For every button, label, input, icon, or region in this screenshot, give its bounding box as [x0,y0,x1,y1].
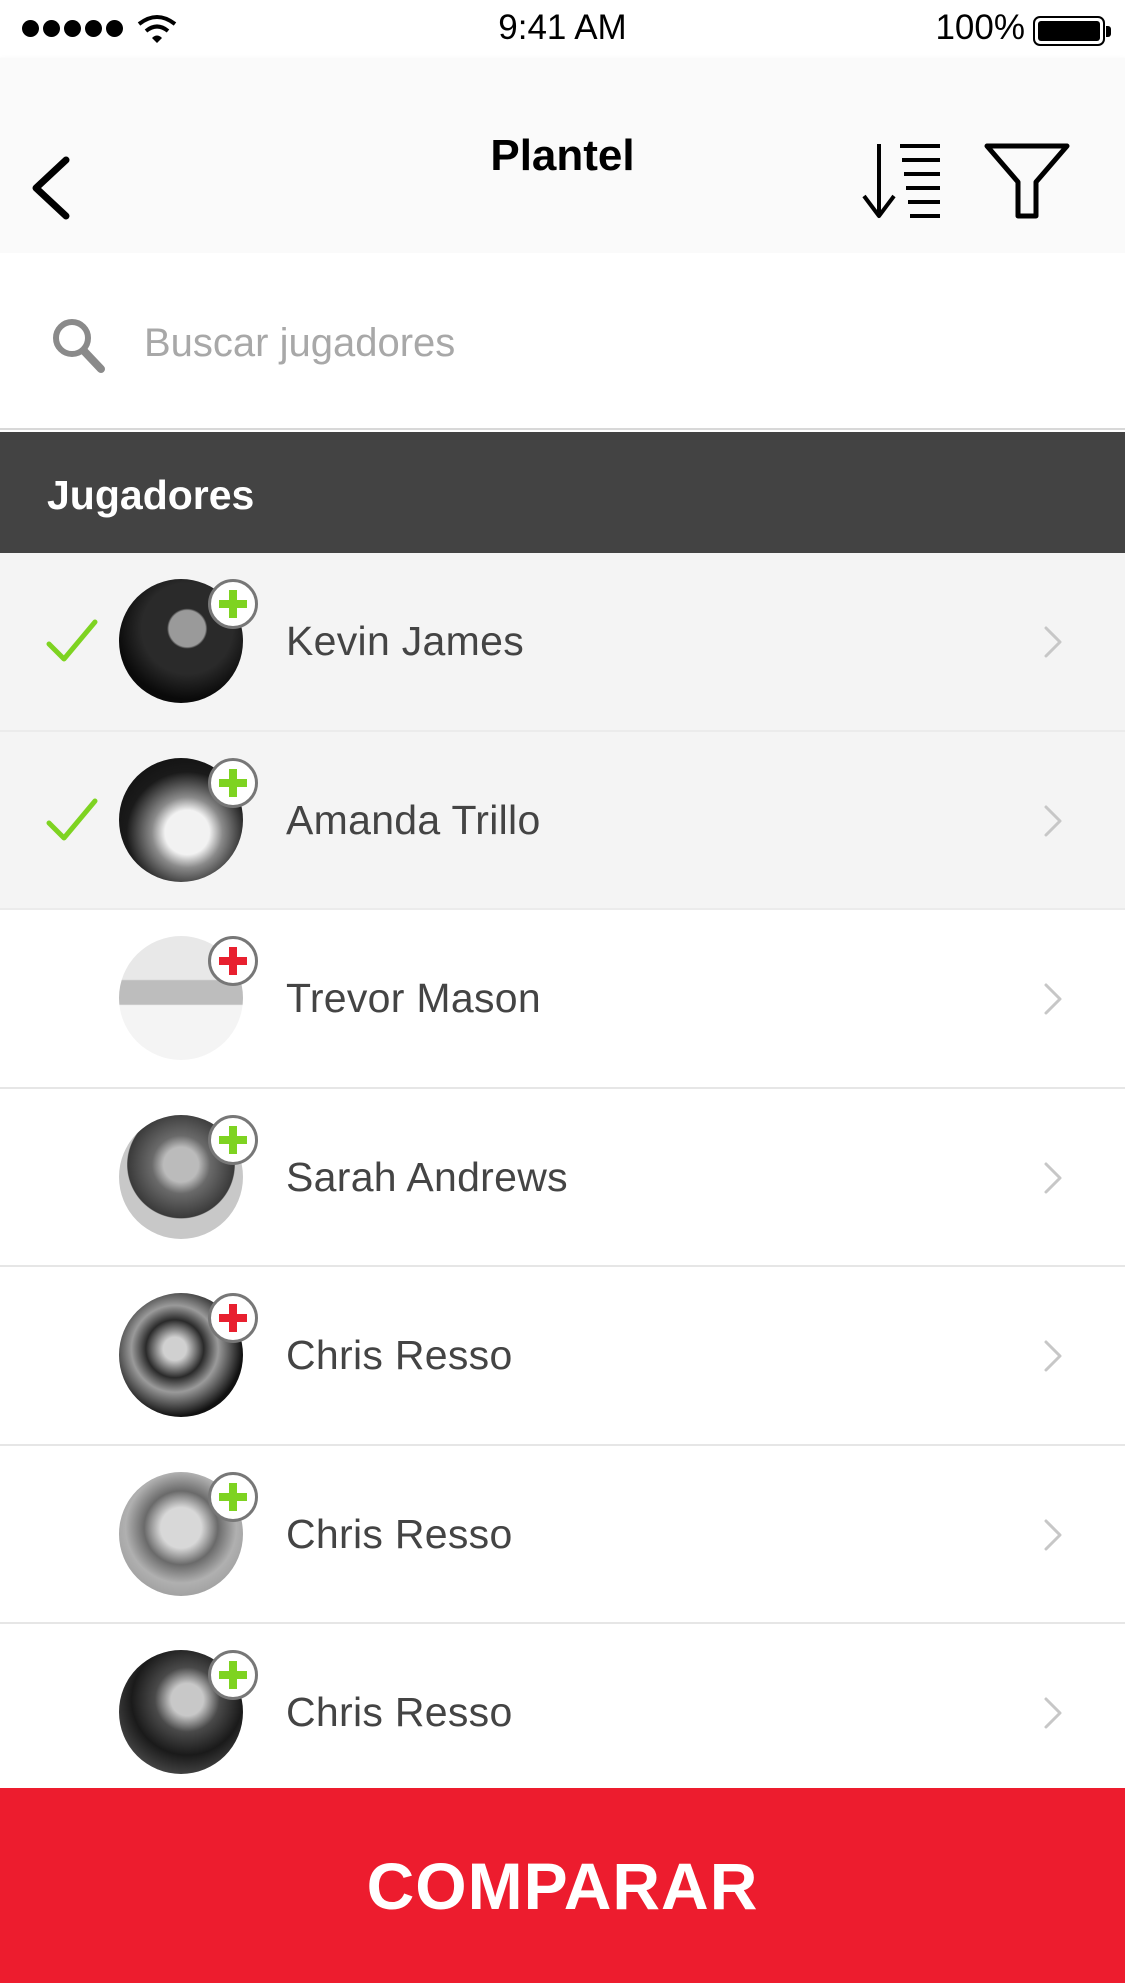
player-row[interactable]: Chris Resso [0,1624,1125,1803]
status-bar: 9:41 AM 100% [0,0,1125,58]
checkmark-icon [46,619,98,662]
add-player-icon[interactable] [208,1293,258,1343]
chevron-right-icon [1044,1519,1062,1550]
player-name: Sarah Andrews [286,1153,568,1200]
add-player-icon[interactable] [208,757,258,808]
battery-percentage: 100% [935,8,1025,47]
player-row[interactable]: Kevin James [0,553,1125,732]
search-input[interactable] [144,303,1044,383]
add-player-icon[interactable] [208,936,258,986]
add-player-icon[interactable] [208,1471,258,1522]
player-name: Trevor Mason [286,975,541,1021]
player-name: Chris Resso [286,1332,513,1378]
page-title: Plantel [490,131,635,180]
chevron-right-icon [1044,805,1062,836]
player-name: Chris Resso [286,1510,513,1557]
player-name: Chris Resso [286,1689,513,1735]
player-name: Kevin James [286,618,525,664]
sort-button[interactable] [860,140,945,222]
checkmark-icon [46,798,98,840]
battery-icon [1033,16,1111,46]
section-title: Jugadores [47,472,255,518]
player-row[interactable]: Chris Resso [0,1445,1125,1624]
player-name: Amanda Trillo [286,796,541,843]
add-player-icon[interactable] [208,579,258,629]
player-row[interactable]: Chris Resso [0,1267,1125,1446]
add-player-icon[interactable] [208,1114,258,1165]
add-player-icon[interactable] [208,1650,258,1700]
player-row[interactable]: Sarah Andrews [0,1088,1125,1267]
chevron-right-icon [1044,1162,1062,1193]
search-bar [0,253,1125,430]
player-row[interactable]: Amanda Trillo [0,731,1125,910]
section-header: Jugadores [0,432,1125,553]
chevron-right-icon [1044,983,1062,1015]
search-icon [53,319,105,373]
player-list: Kevin James Amanda Trillo Trevor Mason S… [0,553,1125,1803]
chevron-right-icon [1044,1697,1062,1729]
chevron-right-icon [1044,626,1062,658]
compare-button[interactable]: COMPARAR [0,1788,1125,1983]
filter-button[interactable] [984,142,1070,220]
player-row[interactable]: Trevor Mason [0,910,1125,1089]
chevron-right-icon [1044,1340,1062,1372]
